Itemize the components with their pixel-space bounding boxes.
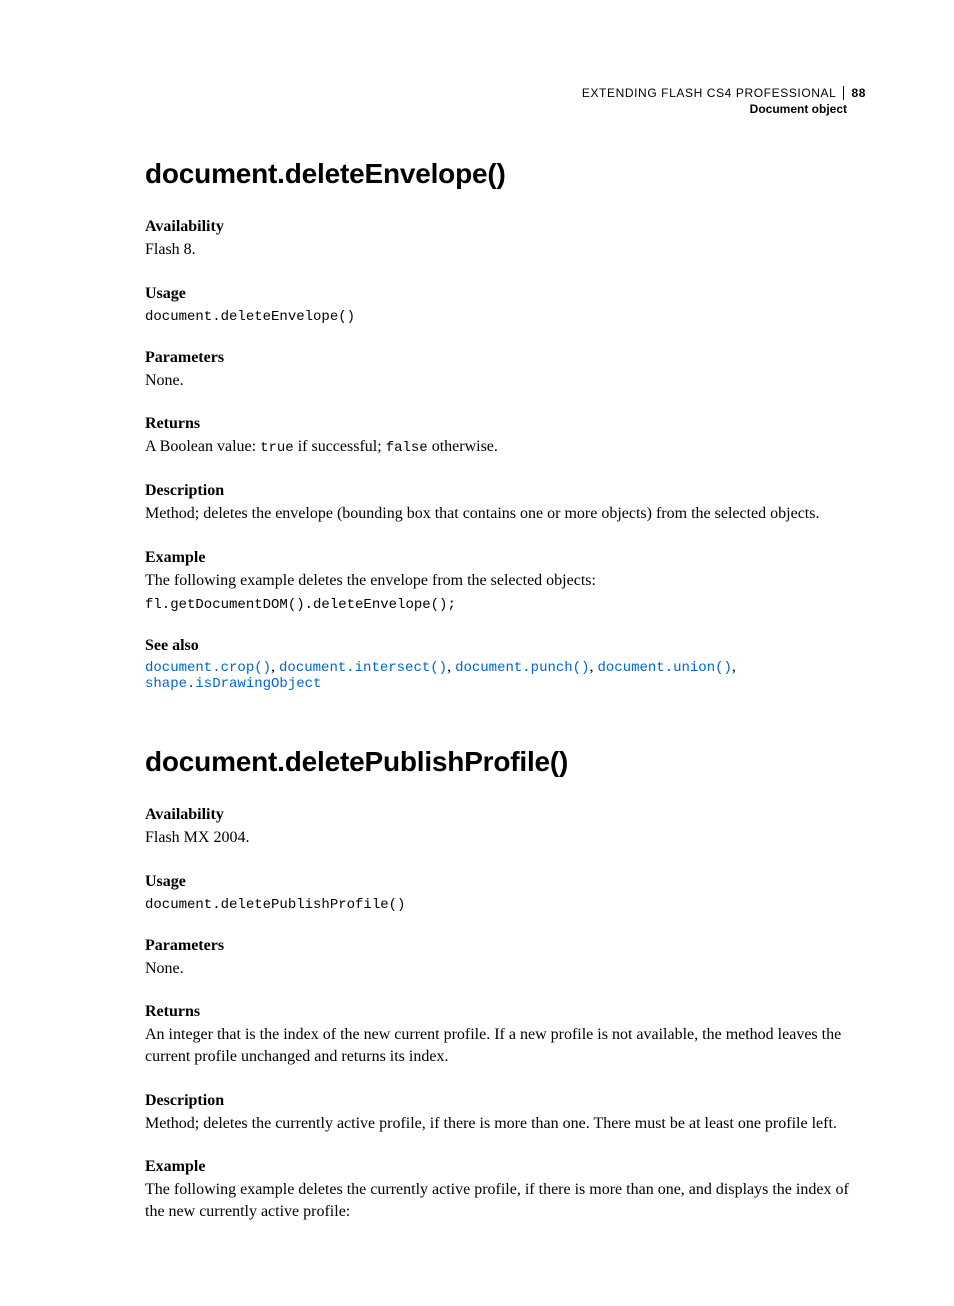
availability-text: Flash 8.	[145, 239, 866, 261]
availability-label: Availability	[145, 806, 866, 824]
returns-false-code: false	[386, 440, 428, 456]
separator: ,	[732, 658, 736, 675]
book-title: EXTENDING FLASH CS4 PROFESSIONAL	[582, 86, 844, 100]
usage-label: Usage	[145, 285, 866, 303]
header-row: EXTENDING FLASH CS4 PROFESSIONAL 88	[582, 86, 866, 100]
seealso-links: document.crop(), document.intersect(), d…	[145, 658, 866, 692]
separator: ,	[447, 658, 455, 675]
api-title-delete-envelope: document.deleteEnvelope()	[145, 158, 866, 190]
running-header: EXTENDING FLASH CS4 PROFESSIONAL 88 Docu…	[582, 86, 866, 116]
parameters-label: Parameters	[145, 937, 866, 955]
returns-prefix: A Boolean value:	[145, 438, 260, 455]
seealso-label: See also	[145, 637, 866, 655]
link-document-union[interactable]: document.union()	[597, 660, 731, 676]
content-body: document.deleteEnvelope() Availability F…	[145, 158, 866, 1222]
returns-label: Returns	[145, 415, 866, 433]
description-label: Description	[145, 482, 866, 500]
usage-code: document.deleteEnvelope()	[145, 309, 866, 325]
description-text: Method; deletes the envelope (bounding b…	[145, 503, 866, 525]
availability-text: Flash MX 2004.	[145, 827, 866, 849]
example-label: Example	[145, 1158, 866, 1176]
link-document-punch[interactable]: document.punch()	[455, 660, 589, 676]
description-label: Description	[145, 1092, 866, 1110]
returns-mid: if successful;	[294, 438, 386, 455]
link-document-intersect[interactable]: document.intersect()	[279, 660, 447, 676]
returns-text: A Boolean value: true if successful; fal…	[145, 436, 866, 458]
parameters-text: None.	[145, 370, 866, 392]
usage-label: Usage	[145, 873, 866, 891]
availability-label: Availability	[145, 218, 866, 236]
separator: ,	[271, 658, 279, 675]
parameters-text: None.	[145, 958, 866, 980]
example-code: fl.getDocumentDOM().deleteEnvelope();	[145, 597, 866, 613]
returns-true-code: true	[260, 440, 294, 456]
link-shape-isdrawingobject[interactable]: shape.isDrawingObject	[145, 676, 321, 692]
page-number: 88	[843, 86, 866, 100]
page: EXTENDING FLASH CS4 PROFESSIONAL 88 Docu…	[0, 0, 954, 1306]
returns-suffix: otherwise.	[428, 438, 498, 455]
link-document-crop[interactable]: document.crop()	[145, 660, 271, 676]
parameters-label: Parameters	[145, 349, 866, 367]
example-text: The following example deletes the envelo…	[145, 570, 866, 592]
example-text: The following example deletes the curren…	[145, 1179, 866, 1222]
example-label: Example	[145, 549, 866, 567]
usage-code: document.deletePublishProfile()	[145, 897, 866, 913]
api-title-delete-publish-profile: document.deletePublishProfile()	[145, 746, 866, 778]
returns-text: An integer that is the index of the new …	[145, 1024, 866, 1067]
chapter-name: Document object	[750, 102, 866, 116]
description-text: Method; deletes the currently active pro…	[145, 1113, 866, 1135]
returns-label: Returns	[145, 1003, 866, 1021]
